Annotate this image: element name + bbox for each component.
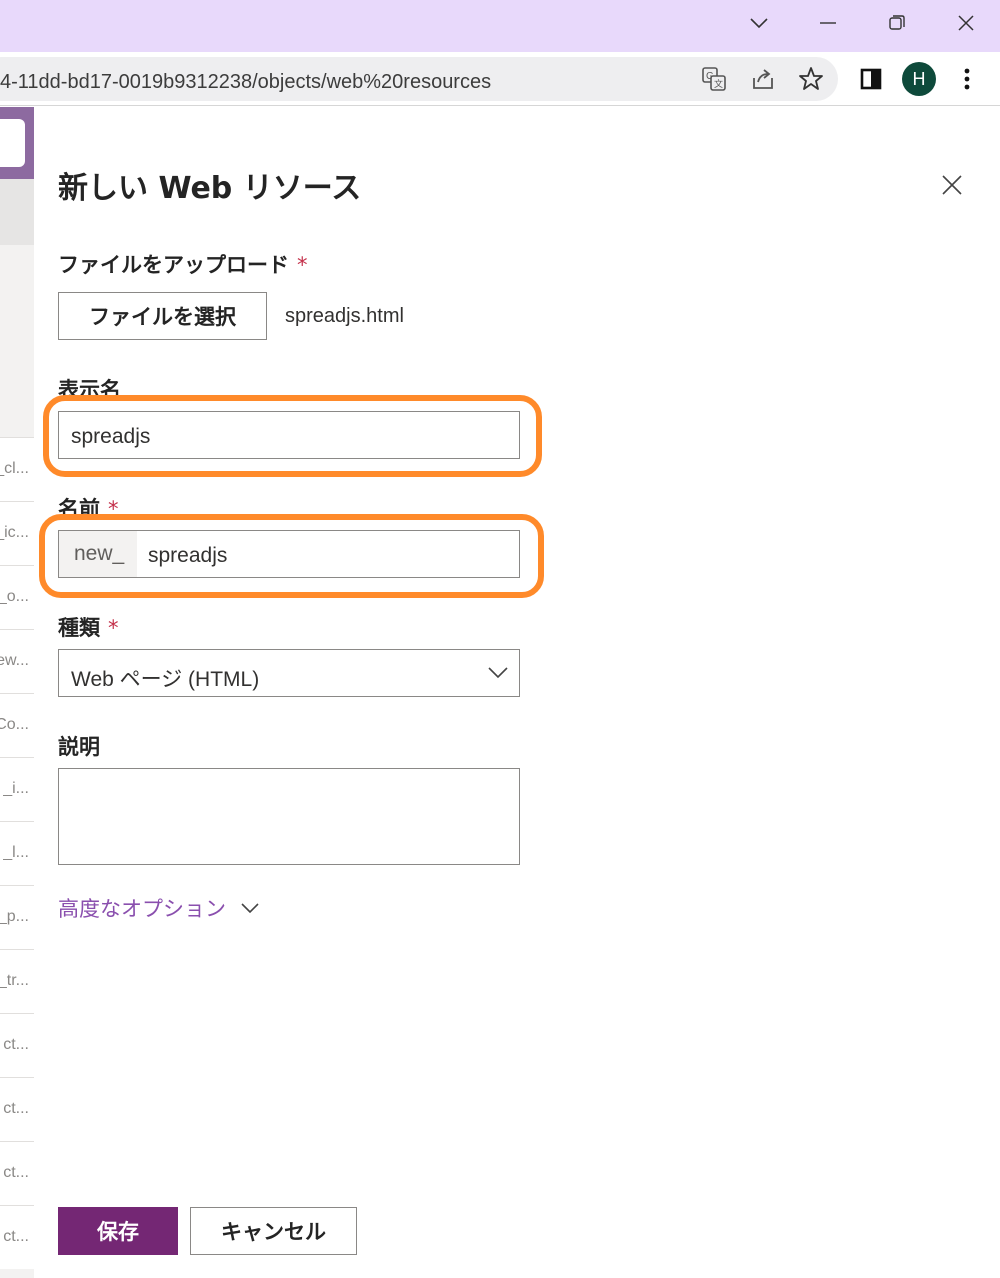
list-item: _tr... (0, 949, 34, 1013)
svg-text:文: 文 (714, 78, 723, 90)
browser-menu-icon[interactable] (952, 64, 982, 94)
list-item: _ic... (0, 501, 34, 565)
name-value: spreadjs (148, 544, 228, 567)
name-input[interactable]: new_ spreadjs (58, 530, 520, 578)
cancel-button[interactable]: キャンセル (190, 1207, 357, 1255)
background-list: _cl... _ic... _o... ew... Co... _i... _l… (0, 437, 34, 1269)
list-item: ew... (0, 629, 34, 693)
chevron-down-icon (241, 903, 259, 914)
bookmark-star-icon[interactable] (796, 64, 826, 94)
description-textarea[interactable] (58, 768, 520, 865)
tab-search-chevron-icon[interactable] (739, 8, 779, 38)
share-icon[interactable] (748, 64, 778, 94)
profile-avatar[interactable]: H (902, 62, 936, 96)
close-icon (942, 175, 962, 195)
description-label: 説明 (58, 735, 100, 759)
list-item: _o... (0, 565, 34, 629)
side-panel-icon[interactable] (856, 64, 886, 94)
close-panel-button[interactable] (934, 167, 970, 203)
list-item: ct... (0, 1077, 34, 1141)
list-item: ct... (0, 1013, 34, 1077)
list-item: _l... (0, 821, 34, 885)
browser-toolbar: 4-11dd-bd17-0019b9312238/objects/web%20r… (0, 52, 1000, 106)
background-app-header (0, 107, 34, 179)
browser-title-bar (0, 0, 1000, 52)
publisher-prefix: new_ (59, 531, 137, 577)
list-item: _p... (0, 885, 34, 949)
display-name-input[interactable]: spreadjs (58, 411, 520, 459)
advanced-options-toggle[interactable]: 高度なオプション (58, 893, 260, 923)
file-upload-label: ファイルをアップロード * (58, 253, 308, 277)
advanced-options-label: 高度なオプション (58, 897, 226, 921)
list-item: Co... (0, 693, 34, 757)
list-item: _i... (0, 757, 34, 821)
restore-icon[interactable] (877, 8, 917, 38)
new-web-resource-panel: 新しい Web リソース ファイルをアップロード * ファイルを選択 spread… (34, 107, 1000, 1278)
chevron-down-icon (487, 662, 509, 684)
list-item: _cl... (0, 437, 34, 501)
background-app: _cl... _ic... _o... ew... Co... _i... _l… (0, 107, 34, 1278)
required-mark: * (297, 253, 308, 277)
address-url[interactable]: 4-11dd-bd17-0019b9312238/objects/web%20r… (0, 71, 491, 94)
display-name-value: spreadjs (71, 425, 151, 448)
list-item: ct... (0, 1141, 34, 1205)
window-close-icon[interactable] (946, 8, 986, 38)
type-selected-value: Web ページ (HTML) (71, 668, 260, 691)
choose-file-button[interactable]: ファイルを選択 (58, 292, 267, 340)
background-command-bar (0, 179, 34, 245)
list-item: ct... (0, 1205, 34, 1269)
background-header-button (0, 119, 25, 167)
save-button[interactable]: 保存 (58, 1207, 178, 1255)
panel-title: 新しい Web リソース (58, 171, 362, 206)
type-label: 種類 * (58, 616, 119, 640)
selected-file-name: spreadjs.html (285, 305, 404, 327)
type-select[interactable]: Web ページ (HTML) (58, 649, 520, 697)
required-mark: * (108, 616, 119, 640)
minimize-icon[interactable] (808, 8, 848, 38)
translate-icon[interactable]: G文 (699, 64, 729, 94)
